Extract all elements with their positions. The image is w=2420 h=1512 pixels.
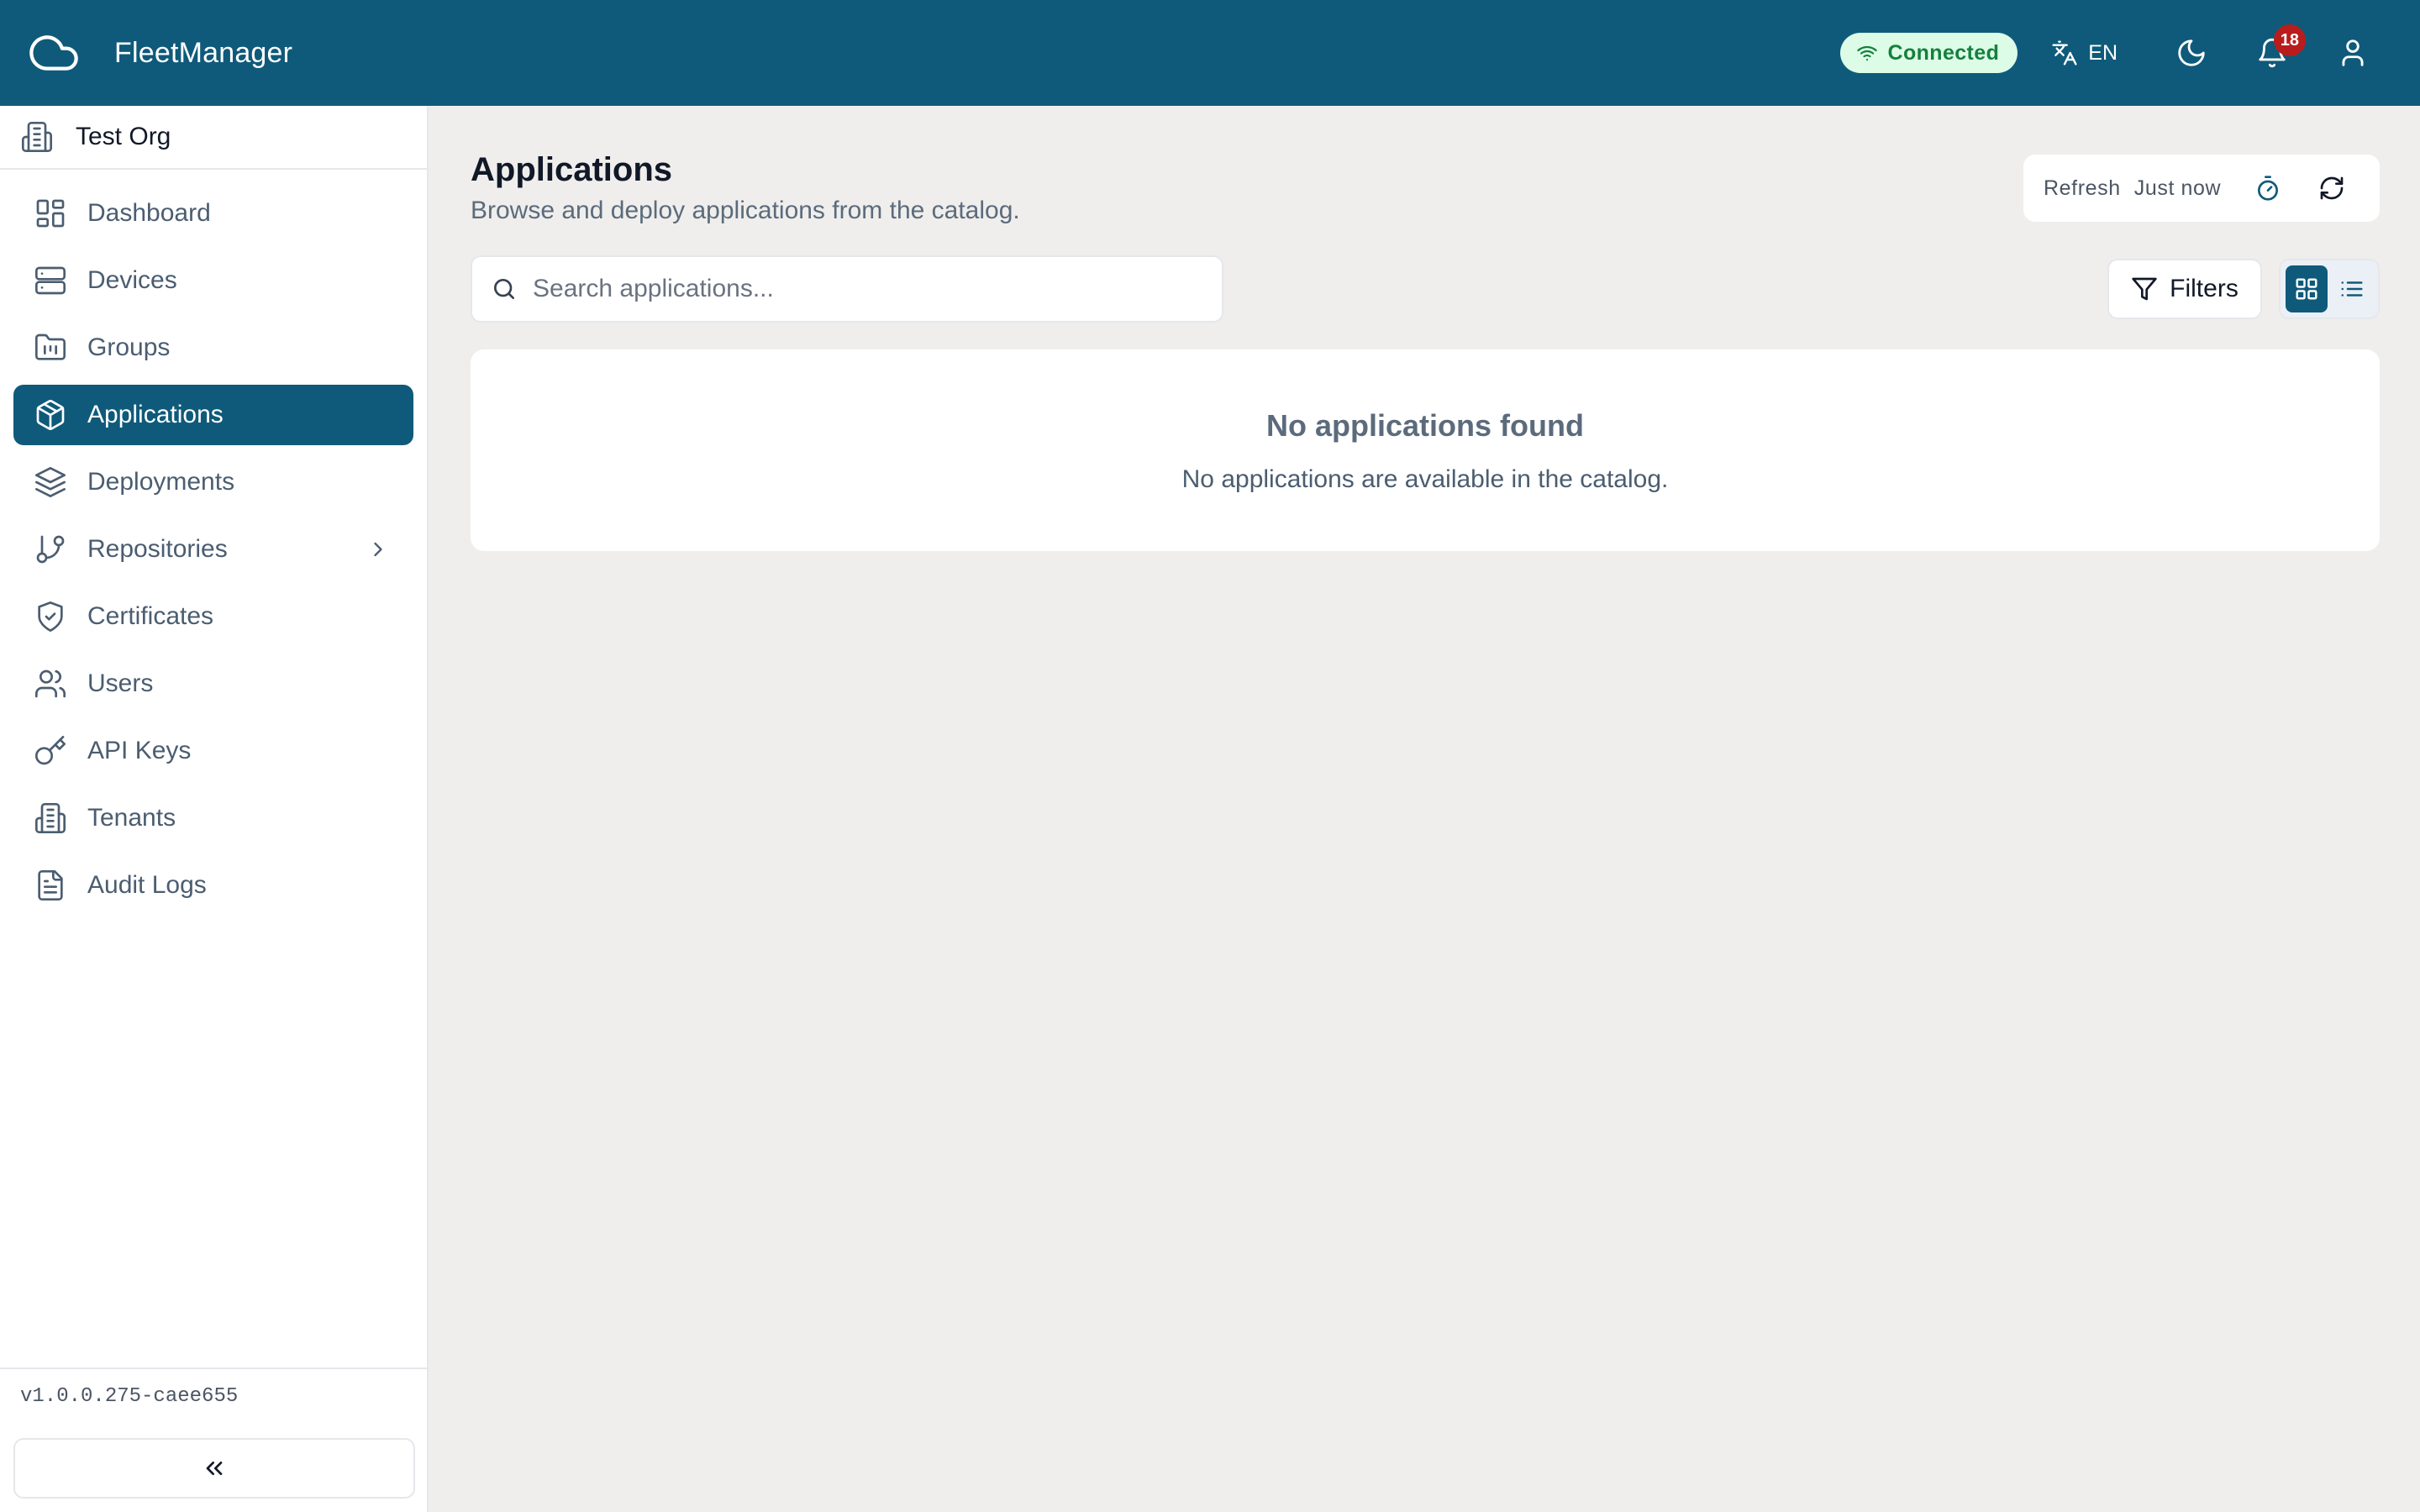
building-icon [34,801,67,835]
filter-icon [2131,276,2158,302]
sidebar-item-label: Repositories [87,535,228,563]
sidebar-item-groups[interactable]: Groups [13,318,413,378]
theme-toggle-button[interactable] [2165,26,2218,80]
org-name: Test Org [76,123,171,150]
collapse-sidebar-button[interactable] [13,1438,415,1499]
page-subtitle: Browse and deploy applications from the … [471,197,1020,224]
filters-button[interactable]: Filters [2107,259,2262,319]
language-label: EN [2088,40,2118,65]
sidebar-item-repositories[interactable]: Repositories [13,519,413,580]
refresh-label: Refresh [2044,176,2121,200]
connection-status-badge: Connected [1840,33,2018,73]
timer-icon [2254,175,2281,202]
connection-status-label: Connected [1887,40,2000,65]
sidebar-item-devices[interactable]: Devices [13,250,413,311]
grid-view-button[interactable] [2286,265,2328,312]
sidebar-item-label: Certificates [87,602,214,630]
page-title: Applications [471,151,673,188]
main-content: Applications Browse and deploy applicati… [430,106,2420,1512]
sidebar: Test Org Dashboard Devices Groups Applic… [0,106,429,1512]
search-box[interactable] [471,255,1223,323]
chevrons-left-icon [201,1455,228,1482]
sidebar-item-label: Groups [87,333,171,361]
sidebar-item-applications[interactable]: Applications [13,385,413,445]
file-text-icon [34,869,67,902]
sidebar-item-dashboard[interactable]: Dashboard [13,183,413,244]
top-bar: FleetManager Connected EN 18 [0,0,2420,106]
translate-icon [2051,39,2078,66]
empty-state-message: No applications are available in the cat… [1181,465,1669,493]
app-title: FleetManager [114,36,293,69]
sidebar-item-label: Audit Logs [87,871,207,899]
wifi-icon [1857,43,1878,63]
shield-check-icon [34,600,67,633]
key-icon [34,734,67,768]
view-mode-toggle [2279,259,2380,319]
sidebar-item-certificates[interactable]: Certificates [13,586,413,647]
sidebar-divider [0,1368,427,1369]
app-version: v1.0.0.275-caee655 [20,1385,239,1408]
grid-icon [2294,276,2319,302]
search-icon [491,276,518,302]
building-icon [20,120,54,154]
server-icon [34,264,67,297]
sidebar-item-deployments[interactable]: Deployments [13,452,413,512]
sidebar-item-label: Dashboard [87,199,211,227]
sidebar-item-tenants[interactable]: Tenants [13,788,413,848]
sidebar-item-label: API Keys [87,737,192,764]
package-icon [34,398,67,432]
chevron-right-icon[interactable] [366,538,390,561]
empty-state-title: No applications found [1266,408,1584,443]
user-icon [2337,37,2369,69]
refresh-icon [2318,175,2345,202]
sidebar-item-audit-logs[interactable]: Audit Logs [13,855,413,916]
sidebar-item-users[interactable]: Users [13,654,413,714]
user-menu-button[interactable] [2326,26,2380,80]
list-icon [2339,276,2365,302]
users-icon [34,667,67,701]
auto-refresh-button[interactable] [2248,168,2288,208]
list-view-button[interactable] [2331,265,2373,312]
refresh-time: Just now [2133,176,2222,200]
filters-label: Filters [2170,275,2238,302]
sidebar-item-label: Applications [87,401,224,428]
notification-count-badge: 18 [2273,24,2306,56]
empty-state: No applications found No applications ar… [471,349,2380,551]
dashboard-icon [34,197,67,230]
moon-icon [2175,37,2207,69]
sidebar-item-label: Users [87,669,154,697]
sidebar-item-label: Devices [87,266,177,294]
sidebar-item-label: Deployments [87,468,235,496]
layers-icon [34,465,67,499]
folder-icon [34,331,67,365]
sidebar-item-label: Tenants [87,804,176,832]
brand[interactable]: FleetManager [0,0,292,106]
sidebar-nav: Dashboard Devices Groups Applications De… [0,170,427,916]
refresh-panel: Refresh Just now [2023,155,2380,222]
git-branch-icon [34,533,67,566]
language-selector[interactable]: EN [2044,28,2124,78]
sidebar-item-api-keys[interactable]: API Keys [13,721,413,781]
refresh-button[interactable] [2312,168,2352,208]
notifications-button[interactable]: 18 [2245,24,2306,80]
cloud-icon [27,26,81,80]
org-switcher[interactable]: Test Org [0,106,427,170]
search-input[interactable] [533,275,1188,303]
